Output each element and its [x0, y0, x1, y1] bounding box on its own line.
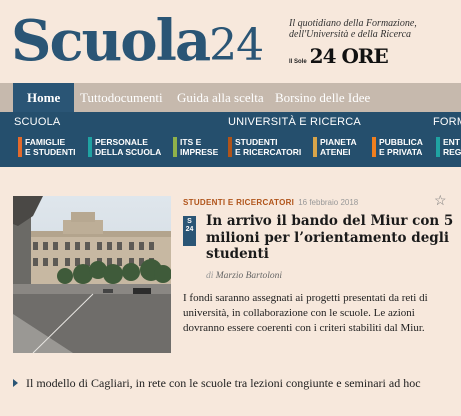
site-logo[interactable]: Scuola24	[11, 2, 264, 85]
article-summary: I fondi saranno assegnati ai progetti pr…	[183, 292, 428, 334]
section-color-bar	[173, 137, 177, 157]
section-studenti-ricercatori[interactable]: STUDENTI E RICERCATORI	[228, 137, 301, 159]
section-famiglie-studenti[interactable]: FAMIGLIE E STUDENTI	[18, 137, 76, 159]
section-color-bar	[228, 137, 232, 157]
section-color-bar	[18, 137, 22, 157]
section-color-bar	[88, 137, 92, 157]
section-color-bar	[372, 137, 376, 157]
section-pianeta-atenei[interactable]: PIANETA ATENEI	[313, 137, 357, 159]
publisher-small: Il Sole	[289, 59, 307, 65]
main-nav: Home Tuttodocumenti Guida alla scelta Bo…	[0, 83, 461, 112]
bookmark-star-icon[interactable]: ☆	[434, 193, 447, 210]
s24-badge-icon: S24	[183, 216, 196, 246]
site-tagline: Il quotidiano della Formazione, dell'Uni…	[289, 18, 417, 40]
arrow-right-icon	[13, 379, 18, 387]
section-its-imprese[interactable]: ITS E IMPRESE	[173, 137, 218, 159]
logo-number: 24	[209, 20, 264, 71]
article-author[interactable]: Marzio Bartoloni	[216, 271, 282, 281]
section-group-formazione[interactable]: FORM	[433, 116, 461, 128]
publisher-big: 24 ORE	[309, 44, 389, 68]
article-meta: STUDENTI E RICERCATORI 16 febbraio 2018	[183, 198, 358, 207]
logo-word: Scuola	[11, 8, 211, 74]
article-date: 16 febbraio 2018	[298, 198, 359, 207]
nav-borsino-delle-idee[interactable]: Borsino delle Idee	[275, 83, 370, 112]
section-group-scuola[interactable]: SCUOLA	[14, 116, 60, 128]
section-enti-regioni[interactable]: ENT REG	[436, 137, 461, 159]
section-group-universita[interactable]: UNIVERSITÀ E RICERCA	[228, 116, 361, 128]
nav-tuttodocumenti[interactable]: Tuttodocumenti	[80, 83, 163, 112]
section-personale-scuola[interactable]: PERSONALE DELLA SCUOLA	[88, 137, 161, 159]
section-color-bar	[313, 137, 317, 157]
article-photo[interactable]	[13, 196, 171, 353]
article-category[interactable]: STUDENTI E RICERCATORI	[183, 198, 294, 207]
related-article-link[interactable]: Il modello di Cagliari, in rete con le s…	[26, 375, 453, 391]
nav-home[interactable]: Home	[13, 83, 75, 112]
article-byline: di Marzio Bartoloni	[206, 271, 282, 281]
related-article[interactable]: Il modello di Cagliari, in rete con le s…	[13, 375, 453, 391]
publisher-logo[interactable]: Il Sole 24 ORE	[289, 44, 389, 68]
section-color-bar	[436, 137, 440, 157]
masthead: Scuola24 Il quotidiano della Formazione,…	[0, 0, 461, 82]
nav-guida-alla-scelta[interactable]: Guida alla scelta	[177, 83, 264, 112]
article-headline[interactable]: In arrivo il bando del Miur con 5 milion…	[206, 213, 456, 263]
section-nav: SCUOLA UNIVERSITÀ E RICERCA FORM FAMIGLI…	[0, 112, 461, 167]
section-pubblica-privata[interactable]: PUBBLICA E PRIVATA	[372, 137, 423, 159]
byline-prefix: di	[206, 271, 214, 281]
